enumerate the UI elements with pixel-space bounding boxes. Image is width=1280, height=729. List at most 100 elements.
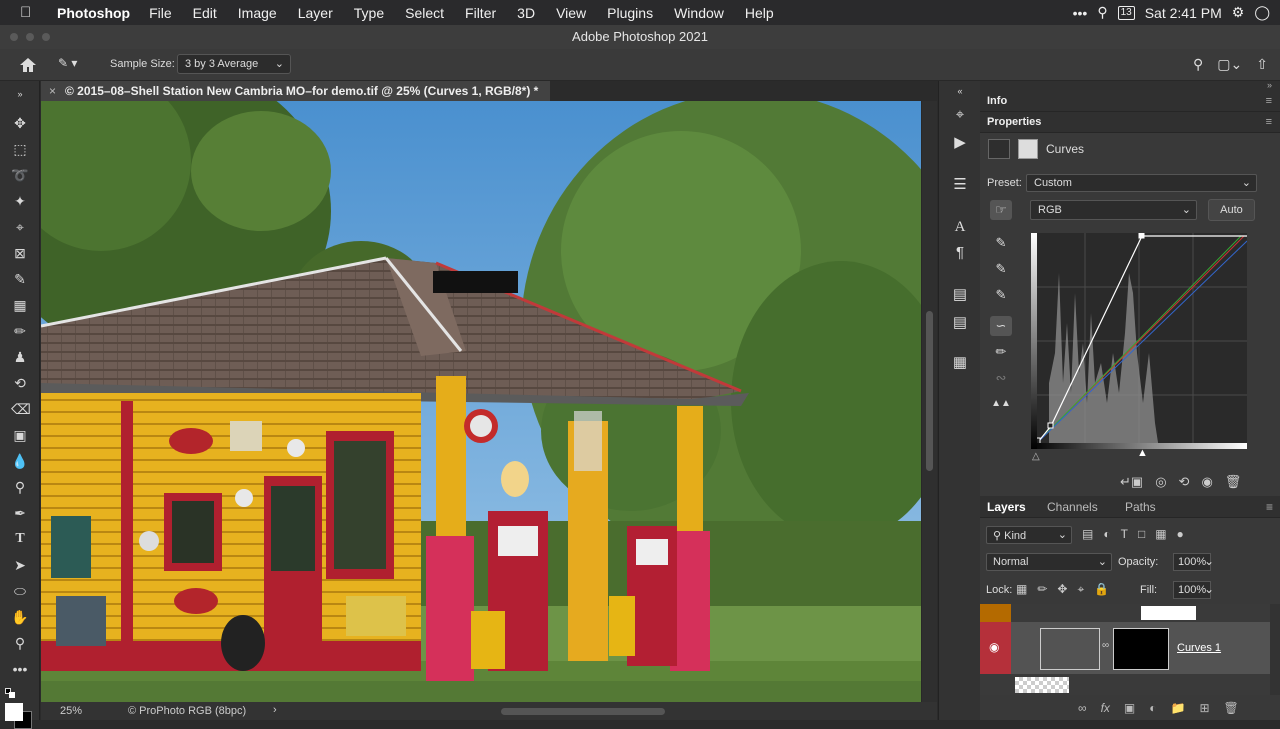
menu-view[interactable]: View xyxy=(556,5,586,21)
layer-row[interactable] xyxy=(980,674,1270,695)
glyphs-icon[interactable]: ▦ xyxy=(950,353,970,373)
color-profile[interactable]: © ProPhoto RGB (8bpc) xyxy=(128,705,246,717)
canvas-horizontal-scrollbar[interactable] xyxy=(501,708,665,715)
preset-select[interactable]: Custom ⌄ xyxy=(1026,174,1257,192)
chevron-down-icon[interactable]: ⌄ xyxy=(1204,582,1214,596)
channel-select[interactable]: RGB ⌄ xyxy=(1030,200,1197,220)
menu-edit[interactable]: Edit xyxy=(193,5,217,21)
lock-transparent-icon[interactable]: ▦ xyxy=(1016,582,1027,597)
search-icon[interactable]: ⚲ xyxy=(1097,4,1107,21)
search-icon[interactable]: ⚲ xyxy=(1193,56,1203,73)
clipping-warning-icon[interactable]: ▲▲ xyxy=(990,394,1012,414)
notes-icon[interactable]: ▤ xyxy=(950,313,970,333)
actions-play-icon[interactable]: ▶ xyxy=(950,133,970,153)
lock-image-icon[interactable]: ✏ xyxy=(1037,582,1047,597)
clip-to-layer-icon[interactable]: ↵▣ xyxy=(1120,474,1143,490)
libraries-icon[interactable]: ▤ xyxy=(950,285,970,305)
crop-tool-icon[interactable]: ⌖ xyxy=(11,218,29,236)
blend-mode-select[interactable]: Normal ⌄ xyxy=(986,553,1112,571)
menu-3d[interactable]: 3D xyxy=(517,5,535,21)
dodge-tool-icon[interactable]: ⚲ xyxy=(11,478,29,496)
layer-row[interactable] xyxy=(980,604,1270,622)
pencil-curve-icon[interactable]: ✏ xyxy=(990,342,1012,362)
close-document-icon[interactable]: × xyxy=(49,81,56,101)
filter-smart-object-icon[interactable]: ▦ xyxy=(1155,527,1166,541)
lock-all-icon[interactable]: 🔒 xyxy=(1094,582,1109,597)
clock[interactable]: Sat 2:41 PM xyxy=(1145,5,1222,21)
control-center-icon[interactable]: ⚙ xyxy=(1232,4,1245,21)
brush-tool-icon[interactable]: ✏ xyxy=(11,322,29,340)
app-menu[interactable]: Photoshop xyxy=(57,5,130,21)
black-point-eyedropper-icon[interactable]: ✎ xyxy=(990,233,1012,253)
history-icon[interactable]: ⌖ xyxy=(950,105,970,125)
delete-layer-icon[interactable]: 🗑 xyxy=(1224,701,1239,715)
auto-button[interactable]: Auto xyxy=(1208,199,1255,221)
layer-visibility-toggle[interactable]: ◉ xyxy=(980,622,1011,674)
info-panel-tab[interactable]: Info ≡ xyxy=(980,91,1280,112)
clone-source-icon[interactable]: ☰ xyxy=(950,175,970,195)
new-adjustment-icon[interactable]: ◐ xyxy=(1149,701,1156,715)
layer-filter-select[interactable]: ⚲ Kind ⌄ xyxy=(986,526,1072,544)
path-selection-tool-icon[interactable]: ➤ xyxy=(11,556,29,574)
siri-icon[interactable]: ◯ xyxy=(1254,4,1270,21)
eraser-tool-icon[interactable]: ⌫ xyxy=(11,400,31,418)
link-layers-icon[interactable]: ∞ xyxy=(1078,701,1087,715)
targeted-adjustment-icon[interactable]: ☞ xyxy=(990,200,1012,220)
tab-layers[interactable]: Layers xyxy=(987,500,1026,514)
tab-paths[interactable]: Paths xyxy=(1125,500,1156,514)
properties-panel-tab[interactable]: Properties ≡ xyxy=(980,112,1280,133)
tab-channels[interactable]: Channels xyxy=(1047,500,1098,514)
canvas-vertical-scrollbar[interactable] xyxy=(922,101,937,702)
character-icon[interactable]: A xyxy=(950,217,970,237)
new-layer-icon[interactable]: ⊞ xyxy=(1199,701,1209,715)
black-input-slider[interactable]: △ xyxy=(1032,451,1040,462)
view-previous-state-icon[interactable]: ◎ xyxy=(1155,474,1166,490)
gray-point-eyedropper-icon[interactable]: ✎ xyxy=(990,259,1012,279)
paragraph-icon[interactable]: ¶ xyxy=(950,243,970,263)
add-mask-icon[interactable]: ▣ xyxy=(1124,701,1135,715)
fx-icon[interactable]: fx xyxy=(1101,701,1110,715)
home-icon[interactable] xyxy=(18,56,38,74)
more-tools-icon[interactable]: ••• xyxy=(11,660,29,678)
close-window-button[interactable] xyxy=(10,33,18,41)
filter-shape-icon[interactable]: □ xyxy=(1138,527,1145,541)
curves-graph[interactable] xyxy=(1031,232,1248,449)
filter-pixel-icon[interactable]: ▤ xyxy=(1082,527,1093,541)
layer-mask-thumbnail[interactable] xyxy=(1113,628,1169,670)
filter-adjustment-icon[interactable]: ◐ xyxy=(1103,527,1110,541)
document-canvas[interactable] xyxy=(41,101,921,702)
mask-icon[interactable] xyxy=(1018,139,1038,159)
healing-brush-tool-icon[interactable]: ▦ xyxy=(11,296,29,314)
smooth-curve-icon[interactable]: ∾ xyxy=(990,368,1012,388)
hand-tool-icon[interactable]: ✋ xyxy=(11,608,29,626)
layer-row-selected[interactable]: ◉ ∞ Curves 1 xyxy=(980,622,1270,674)
menu-type[interactable]: Type xyxy=(354,5,384,21)
magic-wand-tool-icon[interactable]: ✦ xyxy=(11,192,29,210)
chevron-right-icon[interactable]: › xyxy=(273,704,277,716)
chevron-down-icon[interactable]: ⌄ xyxy=(1204,554,1214,568)
zoom-tool-icon[interactable]: ⚲ xyxy=(11,634,29,652)
new-group-icon[interactable]: 📁 xyxy=(1171,701,1186,715)
foreground-color-swatch[interactable] xyxy=(5,703,23,721)
point-curve-icon[interactable]: ∽ xyxy=(990,316,1012,336)
sample-size-select[interactable]: 3 by 3 Average ⌄ xyxy=(177,54,291,74)
share-icon[interactable]: ⇧ xyxy=(1256,56,1268,73)
expand-toolbar-icon[interactable]: » xyxy=(11,85,29,103)
layers-scrollbar[interactable] xyxy=(1270,604,1280,695)
collapse-icon[interactable]: « xyxy=(950,81,970,101)
white-point-eyedropper-icon[interactable]: ✎ xyxy=(990,285,1012,305)
minimize-window-button[interactable] xyxy=(26,33,34,41)
curve-point[interactable] xyxy=(1138,232,1145,239)
pen-tool-icon[interactable]: ✒ xyxy=(11,504,29,522)
more-icon[interactable]: ••• xyxy=(1073,5,1088,21)
document-tab[interactable]: × © 2015–08–Shell Station New Cambria MO… xyxy=(41,81,550,101)
menu-select[interactable]: Select xyxy=(405,5,444,21)
panel-menu-icon[interactable]: ≡ xyxy=(1266,500,1273,514)
menu-image[interactable]: Image xyxy=(238,5,277,21)
layer-name[interactable]: Curves 1 xyxy=(1177,642,1221,654)
lock-position-icon[interactable]: ✥ xyxy=(1057,582,1067,597)
link-icon[interactable]: ∞ xyxy=(1102,640,1109,651)
panel-menu-icon[interactable]: ≡ xyxy=(1266,112,1272,133)
panel-menu-icon[interactable]: ≡ xyxy=(1266,91,1272,112)
eyedropper-tool-icon[interactable]: ✎ xyxy=(11,270,29,288)
